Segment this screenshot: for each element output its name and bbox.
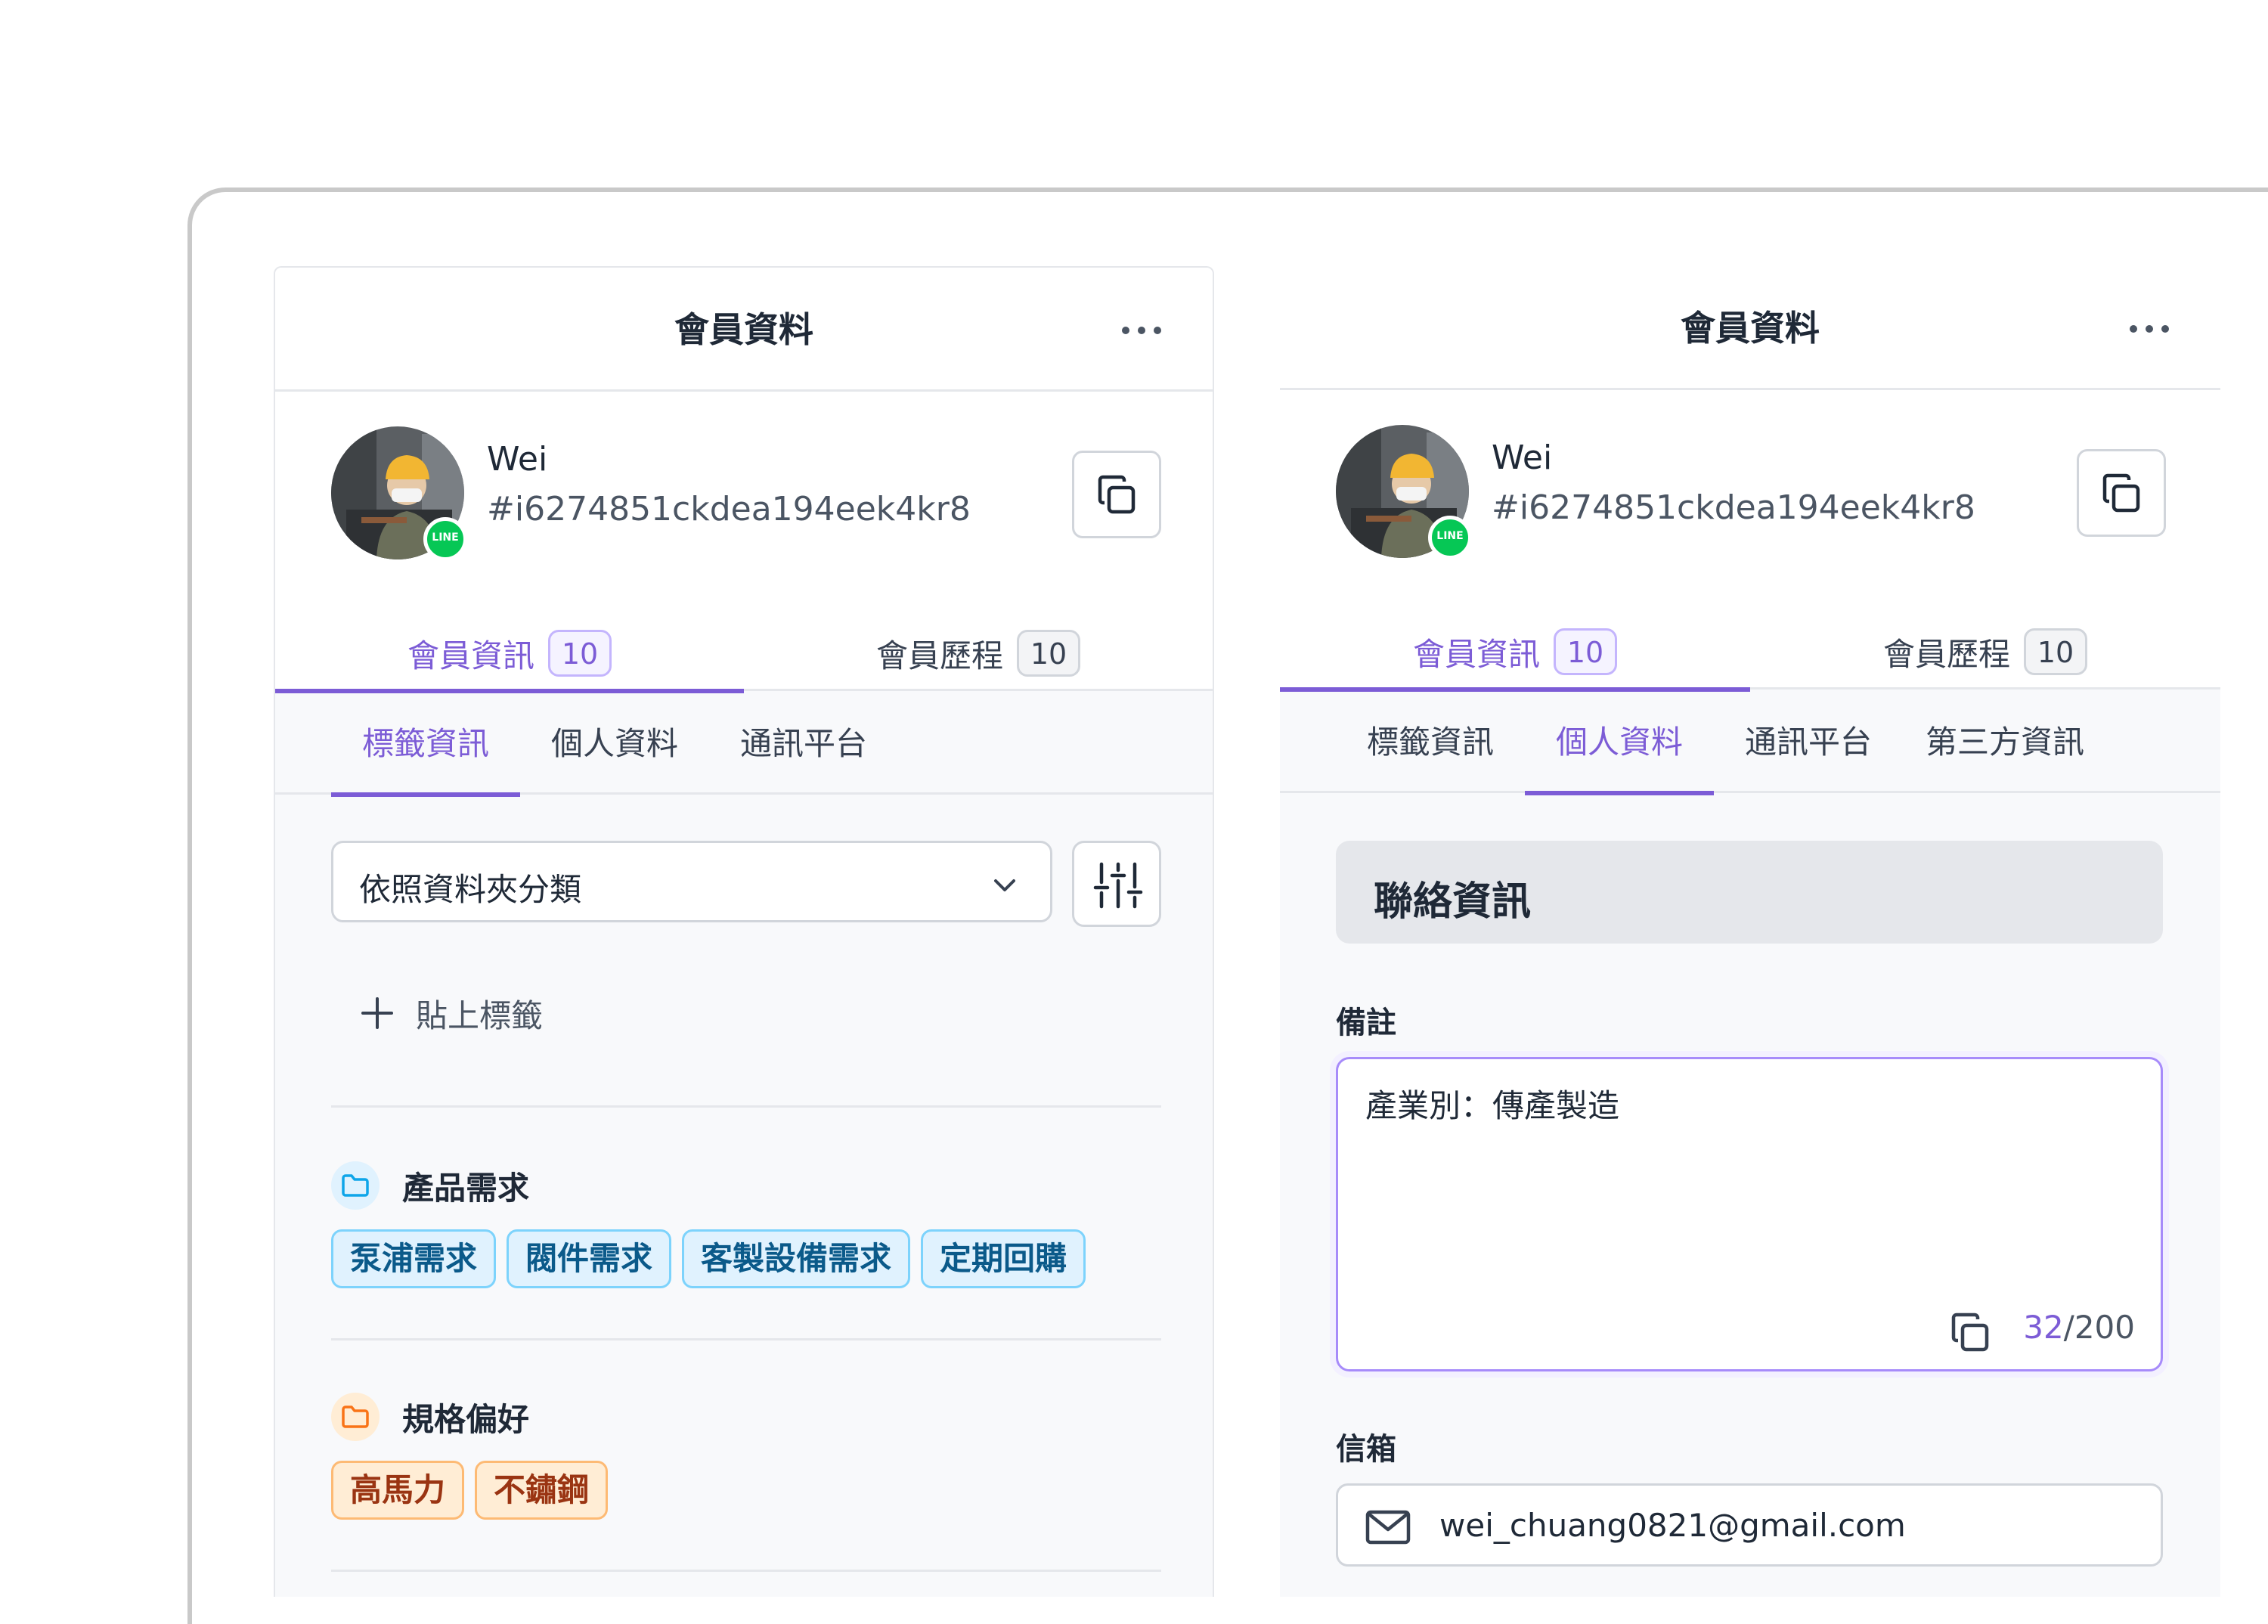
section-title: 聯絡資訊 <box>1374 879 1532 925</box>
sub-tabs: 標籤資訊 個人資料 通訊平台 第三方資訊 <box>1280 692 2220 795</box>
folder-header: 規格偏好 <box>331 1393 529 1441</box>
count-badge: 10 <box>548 630 612 677</box>
main-tabs: 會員資訊 10 會員歷程 10 <box>1280 614 2220 692</box>
tab-personal-data[interactable]: 個人資料 <box>1525 692 1714 795</box>
tab-messaging-platform[interactable]: 通訊平台 <box>1714 692 1903 793</box>
panel-title: 會員資料 <box>674 309 813 350</box>
tab-third-party-info[interactable]: 第三方資訊 <box>1903 692 2107 793</box>
group-by-select[interactable]: 依照資料夾分類 <box>331 841 1052 922</box>
copy-id-button[interactable] <box>2077 449 2166 537</box>
folder-header: 產品需求 <box>331 1161 529 1210</box>
filter-settings-button[interactable] <box>1072 841 1161 927</box>
select-value: 依照資料夾分類 <box>359 871 582 908</box>
copy-icon[interactable] <box>1946 1309 1994 1357</box>
panel-title: 會員資料 <box>1681 308 1820 349</box>
tag-chip[interactable]: 不鏽鋼 <box>475 1461 609 1520</box>
tag-chip[interactable]: 閥件需求 <box>507 1229 672 1288</box>
more-options-button[interactable] <box>1117 305 1166 354</box>
line-icon: LINE <box>423 517 467 561</box>
chevron-down-icon <box>994 879 1015 891</box>
tab-tag-info[interactable]: 標籤資訊 <box>331 693 520 797</box>
member-profile: LINE Wei #i6274851ckdea194eek4kr8 <box>1280 390 2220 614</box>
more-options-button[interactable] <box>2125 304 2174 352</box>
tag-list: 高馬力 不鏽鋼 <box>331 1461 609 1520</box>
panel-header: 會員資料 <box>275 268 1213 392</box>
user-name: Wei <box>1492 439 1553 477</box>
folder-icon <box>331 1393 380 1441</box>
tab-member-info[interactable]: 會員資訊 10 <box>275 615 744 693</box>
copy-icon <box>2102 473 2140 513</box>
email-label: 信箱 <box>1336 1432 1396 1467</box>
divider <box>331 1570 1161 1572</box>
member-panel-personal: 會員資料 LINE Wei #i6274851ckdea194eek4kr8 會… <box>1280 266 2220 1597</box>
user-id: #i6274851ckdea194eek4kr8 <box>487 490 971 528</box>
more-icon <box>2130 325 2137 333</box>
tag-chip[interactable]: 泵浦需求 <box>331 1229 497 1288</box>
count-badge: 10 <box>1554 628 1617 675</box>
user-id: #i6274851ckdea194eek4kr8 <box>1492 488 1975 527</box>
tag-chip[interactable]: 定期回購 <box>921 1229 1086 1288</box>
tag-chip[interactable]: 客製設備需求 <box>682 1229 911 1288</box>
line-icon: LINE <box>1428 516 1472 559</box>
user-name: Wei <box>487 440 548 479</box>
copy-icon <box>1098 475 1136 514</box>
tag-list: 泵浦需求 閥件需求 客製設備需求 定期回購 <box>331 1229 1086 1288</box>
copy-id-button[interactable] <box>1072 451 1161 538</box>
count-badge: 10 <box>2024 628 2087 675</box>
tab-messaging-platform[interactable]: 通訊平台 <box>709 693 898 795</box>
plus-icon <box>361 997 393 1029</box>
note-textarea[interactable]: 產業別：傳產製造 32/200 <box>1336 1057 2163 1371</box>
member-panel-tags: 會員資料 LINE Wei #i6274851ckdea194eek4kr8 會… <box>274 266 1214 1597</box>
note-label: 備註 <box>1336 1006 1396 1040</box>
panel-header: 會員資料 <box>1280 266 2220 390</box>
tab-personal-data[interactable]: 個人資料 <box>520 693 709 795</box>
add-tag-button[interactable]: 貼上標籤 <box>360 990 543 1036</box>
note-value: 產業別：傳產製造 <box>1365 1087 1620 1124</box>
tab-tag-info[interactable]: 標籤資訊 <box>1336 692 1525 793</box>
email-field[interactable]: wei_chuang0821@gmail.com <box>1336 1483 2163 1567</box>
contact-info-section: 聯絡資訊 <box>1336 841 2163 944</box>
sub-tabs: 標籤資訊 個人資料 通訊平台 <box>275 693 1213 797</box>
tag-chip[interactable]: 高馬力 <box>331 1461 465 1520</box>
mail-icon <box>1365 1510 1411 1545</box>
sliders-icon <box>1093 862 1143 909</box>
main-tabs: 會員資訊 10 會員歷程 10 <box>275 615 1213 693</box>
divider <box>331 1105 1161 1108</box>
member-profile: LINE Wei #i6274851ckdea194eek4kr8 <box>275 392 1213 615</box>
tab-member-info[interactable]: 會員資訊 10 <box>1280 614 1750 692</box>
folder-icon <box>331 1161 380 1210</box>
more-icon <box>1122 327 1129 334</box>
count-badge: 10 <box>1017 630 1080 677</box>
divider <box>331 1338 1161 1340</box>
tab-member-history[interactable]: 會員歷程 10 <box>744 615 1213 691</box>
tab-member-history[interactable]: 會員歷程 10 <box>1750 614 2220 690</box>
email-value: wei_chuang0821@gmail.com <box>1439 1507 1906 1544</box>
char-counter: 32/200 <box>2023 1309 2135 1346</box>
